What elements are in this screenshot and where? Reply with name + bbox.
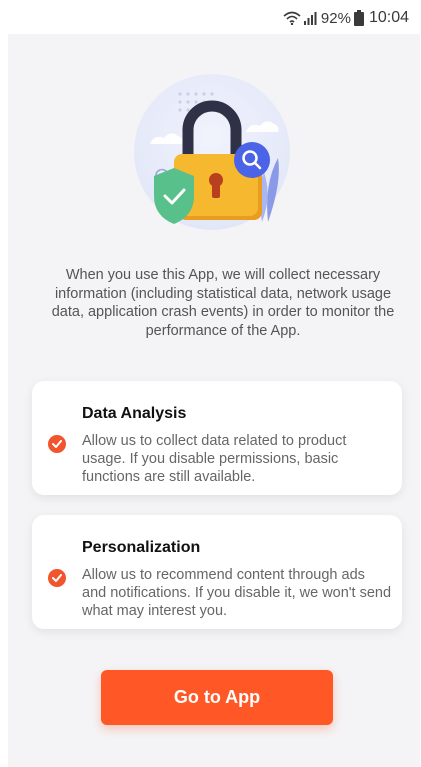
wifi-icon: [283, 11, 301, 25]
clock: 10:04: [368, 9, 409, 26]
checkmark-icon[interactable]: [48, 435, 66, 453]
card-description: Allow us to collect data related to prod…: [82, 433, 347, 485]
consent-screen: When you use this App, we will collect n…: [8, 34, 420, 767]
go-to-app-button[interactable]: Go to App: [101, 670, 333, 725]
card-description: Allow us to recommend content through ad…: [82, 567, 392, 619]
search-icon: [234, 142, 270, 178]
card-title: Data Analysis: [82, 405, 187, 422]
hero-illustration: [132, 72, 292, 232]
status-icons: 92% 10:04: [283, 9, 409, 27]
permission-card-personalization[interactable]: Personalization Allow us to recommend co…: [32, 515, 402, 629]
battery-icon: [353, 10, 364, 26]
signal-icon: [303, 11, 318, 25]
battery-level: 92%: [320, 9, 351, 27]
card-title: Personalization: [82, 539, 201, 556]
checkmark-icon[interactable]: [48, 569, 66, 587]
permission-card-data-analysis[interactable]: Data Analysis Allow us to collect data r…: [32, 381, 402, 495]
intro-text: When you use this App, we will collect n…: [51, 267, 395, 339]
status-bar: 92% 10:04: [0, 0, 421, 34]
